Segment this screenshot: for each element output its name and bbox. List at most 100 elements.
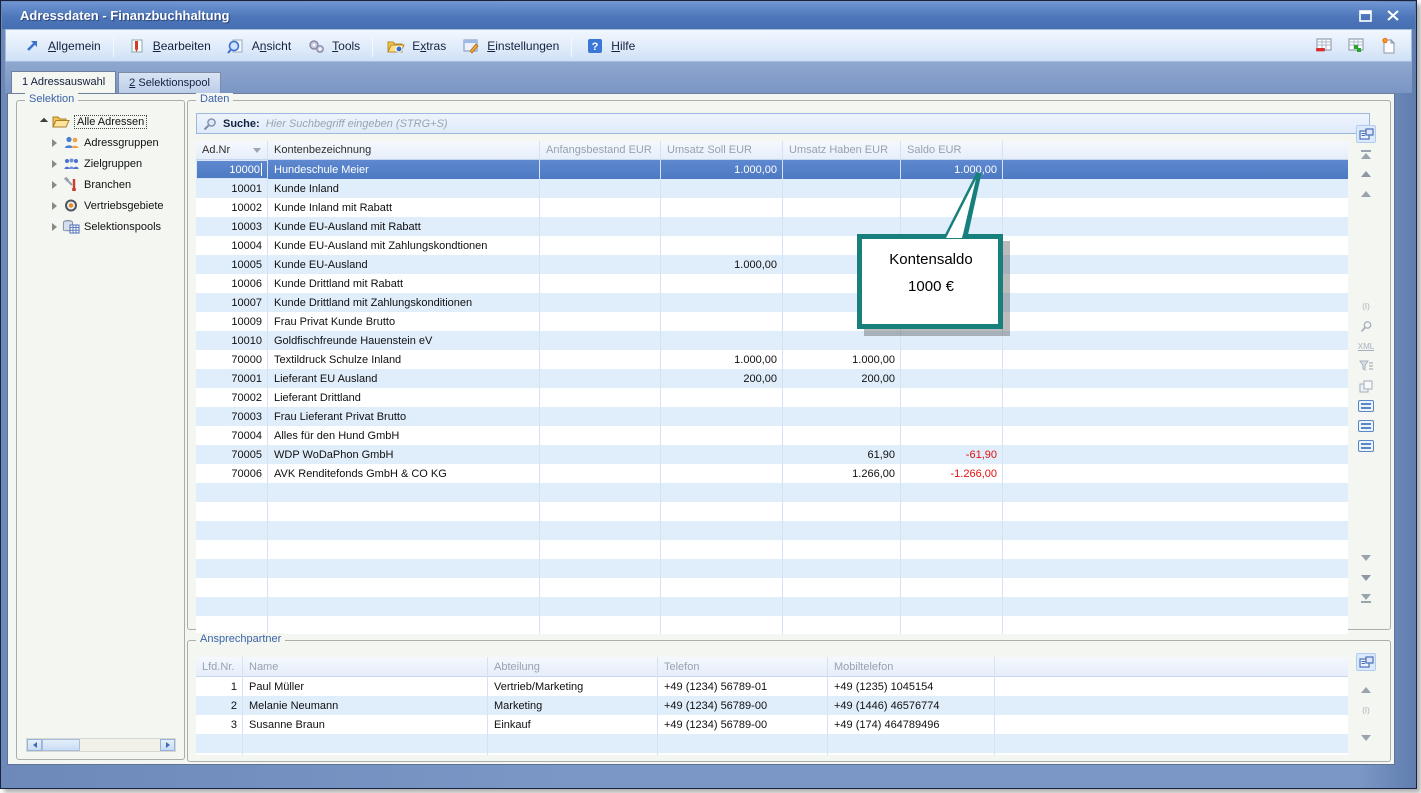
table-row[interactable]: 10001 Kunde Inland (196, 179, 1348, 198)
people-group-icon (62, 156, 80, 172)
tab-adressauswahl[interactable]: 1 Adressauswahl (11, 71, 116, 93)
table-row[interactable]: 10006 Kunde Drittland mit Rabatt (196, 274, 1348, 293)
tree-item-vertriebsgebiete[interactable]: Vertriebsgebiete (17, 195, 184, 216)
menu-allgemein[interactable]: Allgemein (14, 33, 108, 59)
cell-adnr: 70005 (196, 445, 268, 464)
cell-umsatz-haben (783, 217, 901, 236)
filter-icon[interactable] (1356, 357, 1376, 375)
table-row[interactable]: 10009 Frau Privat Kunde Brutto (196, 312, 1348, 331)
expander-icon[interactable] (49, 160, 59, 168)
braces-icon[interactable]: (I) (1356, 701, 1376, 719)
cell-lfdnr: 3 (196, 715, 243, 734)
table-row[interactable]: 10003 Kunde EU-Ausland mit Rabatt (196, 217, 1348, 236)
sidebar-hscrollbar[interactable] (26, 738, 176, 752)
tree-item-selektionspools[interactable]: Selektionspools (17, 216, 184, 237)
table-row[interactable]: 70003 Frau Lieferant Privat Brutto (196, 407, 1348, 426)
table-row[interactable]: 10010 Goldfischfreunde Hauenstein eV (196, 331, 1348, 350)
table-row[interactable]: 10007 Kunde Drittland mit Zahlungskondit… (196, 293, 1348, 312)
column-header-name[interactable]: Name (243, 657, 488, 676)
scroll-up-icon[interactable] (1356, 165, 1376, 183)
expander-icon[interactable] (39, 119, 49, 125)
menu-tools[interactable]: Tools (298, 33, 367, 59)
search-small-icon[interactable] (1356, 317, 1376, 335)
scroll-left-button[interactable] (27, 739, 42, 751)
app-window: Adressdaten - Finanzbuchhaltung Allgemei… (0, 0, 1417, 789)
arrow-up-right-icon (21, 36, 43, 56)
table-add-icon[interactable] (1345, 36, 1367, 56)
expander-icon[interactable] (49, 223, 59, 231)
cell-kontenbezeichnung: Lieferant EU Ausland (268, 369, 540, 388)
table-row[interactable]: 70001 Lieferant EU Ausland 200,00 200,00 (196, 369, 1348, 388)
cell-kontenbezeichnung: Frau Lieferant Privat Brutto (268, 407, 540, 426)
table-row[interactable]: 70005 WDP WoDaPhon GmbH 61,90 -61,90 (196, 445, 1348, 464)
table-row[interactable]: 10002 Kunde Inland mit Rabatt (196, 198, 1348, 217)
xml-icon[interactable]: XML (1356, 337, 1376, 355)
column-header-lfdnr[interactable]: Lfd.Nr. (196, 657, 243, 676)
cell-umsatz-soll (661, 464, 783, 483)
table-row[interactable]: 10004 Kunde EU-Ausland mit Zahlungskondt… (196, 236, 1348, 255)
scroll-up-alt-icon[interactable] (1356, 185, 1376, 203)
column-header-telefon[interactable]: Telefon (658, 657, 828, 676)
table-row[interactable]: 70006 AVK Renditefonds GmbH & CO KG 1.26… (196, 464, 1348, 483)
cell-umsatz-haben (783, 198, 901, 217)
tab-selektionspool[interactable]: 2 Selektionspool (118, 72, 221, 93)
table-row[interactable]: 10000 Hundeschule Meier 1.000,00 1.000,0… (196, 160, 1348, 179)
layout-list-icon[interactable] (1356, 437, 1376, 455)
scroll-bottom-icon[interactable] (1356, 589, 1376, 607)
menu-einstellungen[interactable]: Einstellungen (453, 33, 566, 59)
cell-saldo (901, 179, 1003, 198)
column-header-mobiltelefon[interactable]: Mobiltelefon (828, 657, 995, 676)
tree-item-adressgruppen[interactable]: Adressgruppen (17, 132, 184, 153)
new-document-icon[interactable] (1377, 36, 1399, 56)
tree-item-alle-adressen[interactable]: Alle Adressen (17, 111, 184, 132)
restore-window-icon[interactable] (1357, 8, 1373, 23)
scroll-right-button[interactable] (160, 739, 175, 751)
table-row[interactable]: 70000 Textildruck Schulze Inland 1.000,0… (196, 350, 1348, 369)
menu-extras[interactable]: Extras (378, 33, 453, 59)
close-icon[interactable] (1385, 8, 1401, 23)
copy-cards-icon[interactable] (1356, 377, 1376, 395)
cell-adnr: 10000 (196, 160, 268, 179)
table-row[interactable]: 1 Paul Müller Vertrieb/Marketing +49 (12… (196, 677, 1348, 696)
expander-icon[interactable] (49, 202, 59, 210)
expander-icon[interactable] (49, 139, 59, 147)
menu-bearbeiten[interactable]: Bearbeiten (119, 33, 218, 59)
expander-icon[interactable] (49, 181, 59, 189)
daten-table: Ad.Nr Kontenbezeichnung Anfangsbestand E… (196, 141, 1348, 634)
menu-ansicht[interactable]: Ansicht (218, 33, 298, 59)
table-row[interactable]: 2 Melanie Neumann Marketing +49 (1234) 5… (196, 696, 1348, 715)
menu-hilfe[interactable]: ? Hilfe (577, 33, 642, 59)
search-input[interactable]: Suche: Hier Suchbegriff eingeben (STRG+S… (196, 113, 1370, 134)
table-remove-icon[interactable] (1313, 36, 1335, 56)
scrollbar-thumb[interactable] (42, 739, 80, 751)
cell-adnr: 10010 (196, 331, 268, 350)
layout-list-icon[interactable] (1356, 417, 1376, 435)
table-row[interactable]: 3 Susanne Braun Einkauf +49 (1234) 56789… (196, 715, 1348, 734)
table-row[interactable]: 70002 Lieferant Drittland (196, 388, 1348, 407)
tree-item-zielgruppen[interactable]: Zielgruppen (17, 153, 184, 174)
tree-item-branchen[interactable]: Branchen (17, 174, 184, 195)
cell-adnr: 70003 (196, 407, 268, 426)
column-header-anfangsbestand[interactable]: Anfangsbestand EUR (540, 141, 661, 159)
column-header-umsatz-haben[interactable]: Umsatz Haben EUR (783, 141, 901, 159)
card-view-icon[interactable] (1356, 125, 1376, 143)
scroll-down-icon[interactable] (1356, 549, 1376, 567)
scroll-down-alt-icon[interactable] (1356, 569, 1376, 587)
column-header-umsatz-soll[interactable]: Umsatz Soll EUR (661, 141, 783, 159)
svg-text:?: ? (592, 41, 599, 53)
column-header-kontenbezeichnung[interactable]: Kontenbezeichnung (268, 141, 540, 159)
column-header-abteilung[interactable]: Abteilung (488, 657, 658, 676)
scroll-top-icon[interactable] (1356, 145, 1376, 163)
cell-umsatz-soll: 1.000,00 (661, 255, 783, 274)
scroll-up-icon[interactable] (1356, 681, 1376, 699)
column-header-adnr[interactable]: Ad.Nr (196, 141, 268, 159)
scroll-down-icon[interactable] (1356, 729, 1376, 747)
table-row[interactable]: 10005 Kunde EU-Ausland 1.000,00 (196, 255, 1348, 274)
cell-umsatz-haben: 1.266,00 (783, 464, 901, 483)
column-header-saldo[interactable]: Saldo EUR (901, 141, 1003, 159)
table-row[interactable]: 70004 Alles für den Hund GmbH (196, 426, 1348, 445)
cell-adnr: 70000 (196, 350, 268, 369)
braces-icon[interactable]: (I) (1356, 297, 1376, 315)
layout-list-icon[interactable] (1356, 397, 1376, 415)
card-view-icon[interactable] (1356, 653, 1376, 671)
